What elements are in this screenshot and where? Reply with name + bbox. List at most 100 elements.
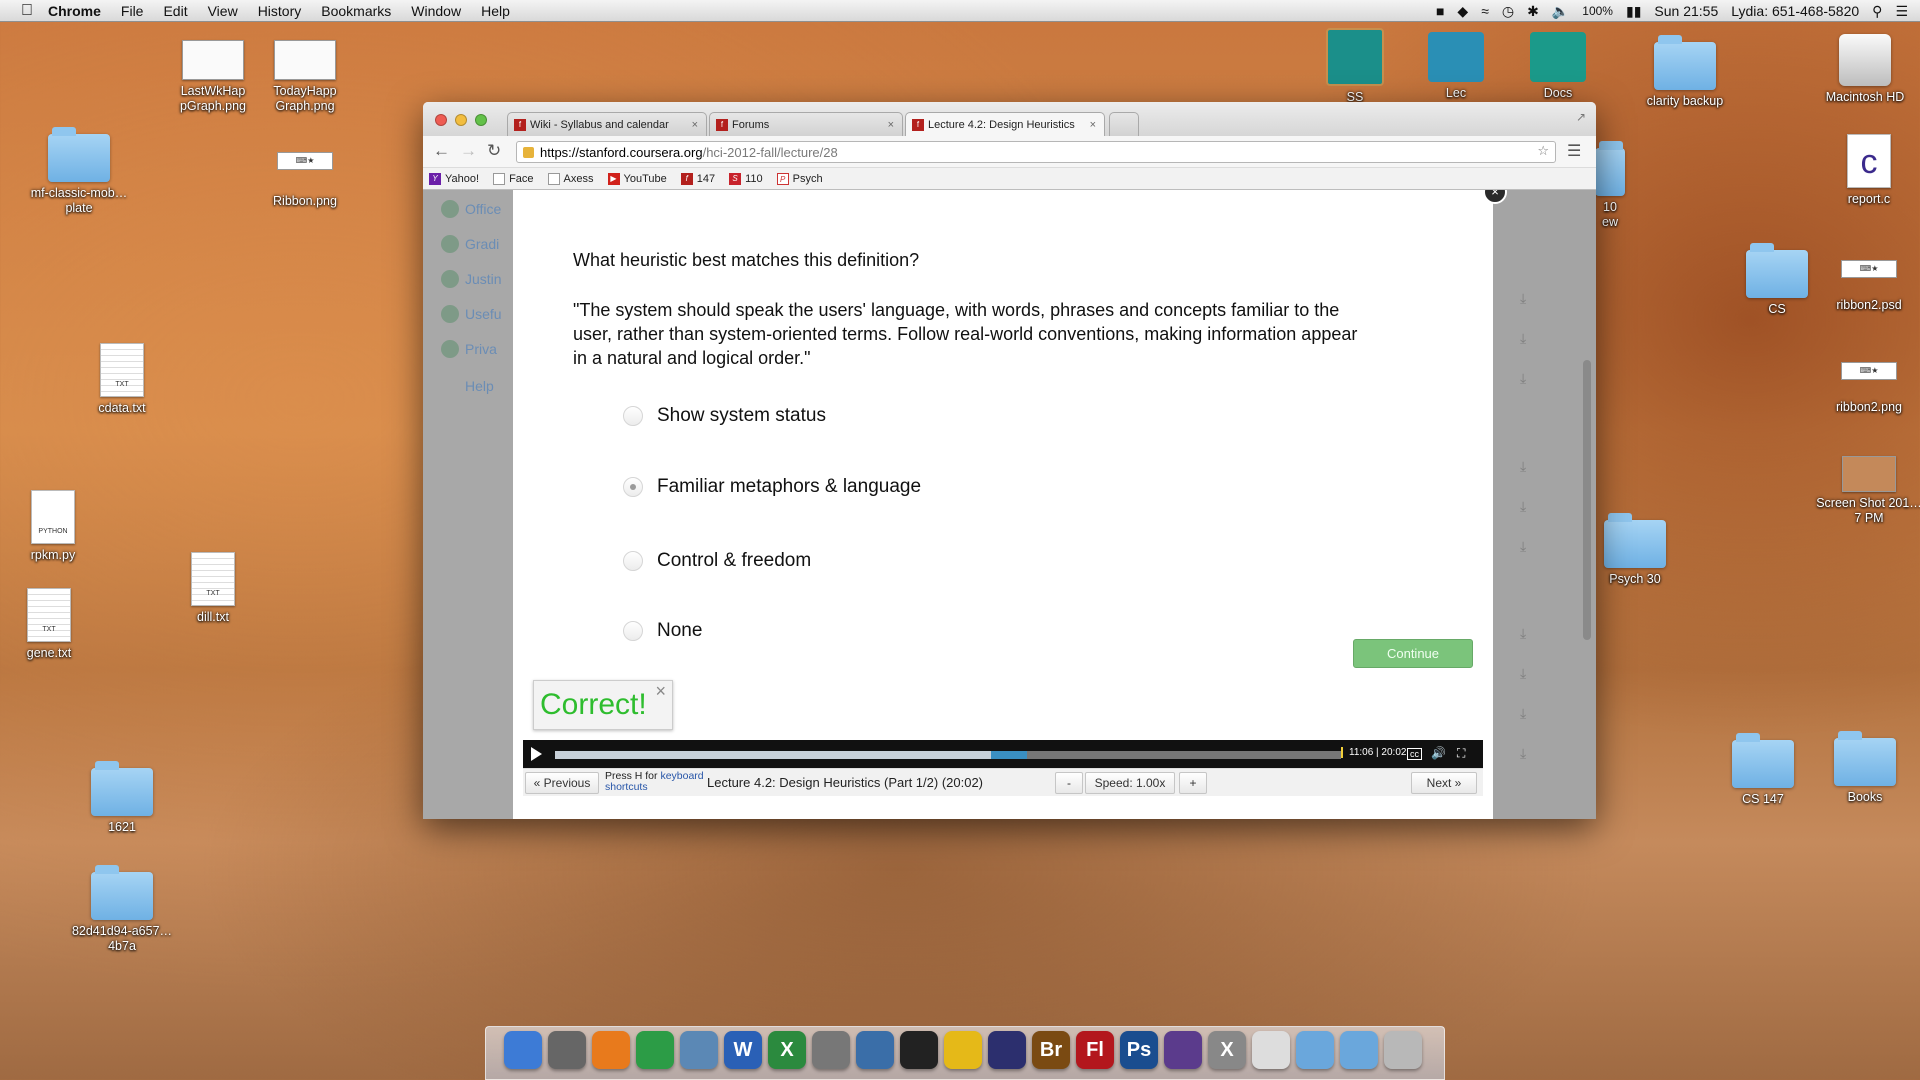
tab-lecture[interactable]: f Lecture 4.2: Design Heuristics × xyxy=(905,112,1105,137)
document-icon[interactable] xyxy=(1252,1031,1290,1069)
bookmark-face[interactable]: Face xyxy=(493,172,534,185)
page-scrollbar[interactable] xyxy=(1583,360,1591,640)
terminal-icon[interactable] xyxy=(900,1031,938,1069)
download-icon[interactable]: ⤓ xyxy=(1520,290,1536,306)
word-icon[interactable]: W xyxy=(724,1031,762,1069)
inkscape-icon[interactable] xyxy=(1164,1031,1202,1069)
close-tab-icon[interactable]: × xyxy=(1090,119,1096,131)
radio-button-selected[interactable] xyxy=(623,477,643,497)
keyboard-shortcuts-link[interactable]: keyboard xyxy=(660,770,703,782)
desktop-folder-partial[interactable]: 10 ew xyxy=(1590,141,1630,230)
xcode-icon[interactable] xyxy=(856,1031,894,1069)
desktop-file-gene[interactable]: TXT gene.txt xyxy=(0,588,104,661)
radio-button[interactable] xyxy=(623,406,643,426)
wifi-icon[interactable]: ≈ xyxy=(1481,3,1489,19)
speed-increase-button[interactable]: + xyxy=(1179,772,1207,794)
sidebar-item-office[interactable]: Office xyxy=(441,200,501,218)
volume-icon[interactable]: 🔈 xyxy=(1552,3,1569,20)
download-icon[interactable]: ⤓ xyxy=(1520,625,1536,641)
bookmark-147[interactable]: f 147 xyxy=(680,172,715,185)
bookmark-star-icon[interactable]: ☆ xyxy=(1537,143,1549,159)
desktop-app-docs[interactable]: Docs xyxy=(1503,32,1613,101)
sidebar-item-justin[interactable]: Justin xyxy=(441,270,502,288)
tab-wiki[interactable]: f Wiki - Syllabus and calendar × xyxy=(507,112,707,136)
chrome-icon[interactable] xyxy=(636,1031,674,1069)
desktop-folder-mf-classic[interactable]: mf-classic-mob…plate xyxy=(24,127,134,216)
download-icon[interactable]: ⤓ xyxy=(1520,705,1536,721)
quiz-option-control-freedom[interactable]: Control & freedom xyxy=(623,550,811,572)
menu-file[interactable]: File xyxy=(121,3,144,19)
close-tab-icon[interactable]: × xyxy=(692,119,698,131)
menu-help[interactable]: Help xyxy=(481,3,510,19)
close-feedback-icon[interactable]: × xyxy=(655,681,666,702)
continue-button[interactable]: Continue xyxy=(1353,639,1473,668)
battery-level[interactable]: 100% xyxy=(1582,4,1613,18)
desktop-file-report-c[interactable]: c report.c xyxy=(1814,134,1920,207)
eclipse-icon[interactable] xyxy=(988,1031,1026,1069)
desktop-file-ribbon2-png[interactable]: ⌨★ ribbon2.png xyxy=(1814,362,1920,415)
next-button[interactable]: Next » xyxy=(1411,772,1477,794)
download-icon[interactable]: ⤓ xyxy=(1520,538,1536,554)
menu-app-name[interactable]: Chrome xyxy=(48,3,101,19)
bookmark-psych[interactable]: P Psych xyxy=(776,172,823,185)
desktop-app-lec[interactable]: Lec xyxy=(1401,32,1511,101)
download-icon[interactable]: ⤓ xyxy=(1520,745,1536,761)
clock[interactable]: Sun 21:55 xyxy=(1654,3,1718,19)
desktop-app-ss[interactable]: SS xyxy=(1300,28,1410,105)
desktop-file-ribbon[interactable]: ⌨★ Ribbon.png xyxy=(250,152,360,209)
previous-button[interactable]: « Previous xyxy=(525,772,599,794)
download-icon[interactable]: ⤓ xyxy=(1520,665,1536,681)
bookmark-axess[interactable]: Axess xyxy=(547,172,594,185)
sidebar-item-grading[interactable]: Gradi xyxy=(441,235,499,253)
user-name[interactable]: Lydia: 651-468-5820 xyxy=(1731,3,1859,19)
flash-icon[interactable]: Fl xyxy=(1076,1031,1114,1069)
bookmark-110[interactable]: S 110 xyxy=(729,172,763,185)
trash-icon[interactable] xyxy=(1384,1031,1422,1069)
finder-icon[interactable] xyxy=(504,1031,542,1069)
photoshop-icon[interactable]: Ps xyxy=(1120,1031,1158,1069)
system-preferences-icon[interactable] xyxy=(812,1031,850,1069)
address-bar[interactable]: https://stanford.coursera.org/hci-2012-f… xyxy=(516,141,1556,163)
quiz-option-show-system-status[interactable]: Show system status xyxy=(623,405,826,427)
notification-center-icon[interactable]: ☰ xyxy=(1895,3,1908,20)
desktop-file-todayhappgraph[interactable]: TodayHapp Graph.png xyxy=(250,40,360,114)
desktop-folder-1621[interactable]: 1621 xyxy=(67,761,177,835)
bookmark-yahoo[interactable]: Y Yahoo! xyxy=(429,172,479,185)
tab-forums[interactable]: f Forums × xyxy=(709,112,903,136)
back-icon[interactable]: ← xyxy=(433,141,450,161)
desktop-drive-macintosh-hd[interactable]: Macintosh HD xyxy=(1810,34,1920,105)
close-tab-icon[interactable]: × xyxy=(888,119,894,131)
menu-view[interactable]: View xyxy=(208,3,238,19)
menu-history[interactable]: History xyxy=(258,3,302,19)
sidebar-item-help[interactable]: Help xyxy=(465,378,494,394)
desktop-file-ribbon2-psd[interactable]: ⌨★ ribbon2.psd xyxy=(1814,260,1920,313)
spotlight-icon[interactable]: ⚲ xyxy=(1872,3,1882,20)
play-icon[interactable] xyxy=(531,747,542,761)
new-tab-button[interactable] xyxy=(1109,112,1139,136)
download-icon[interactable]: ⤓ xyxy=(1520,498,1536,514)
desktop-folder-clarity-backup[interactable]: clarity backup xyxy=(1630,35,1740,109)
menu-bookmarks[interactable]: Bookmarks xyxy=(321,3,391,19)
desktop-file-dill[interactable]: TXT dill.txt xyxy=(158,552,268,625)
download-icon[interactable]: ⤓ xyxy=(1520,458,1536,474)
bluetooth-icon[interactable]: ✱ xyxy=(1527,3,1539,20)
captions-icon[interactable]: cc xyxy=(1407,748,1422,760)
speed-decrease-button[interactable]: - xyxy=(1055,772,1083,794)
dropbox-icon[interactable]: ◆ xyxy=(1457,3,1468,20)
menu-edit[interactable]: Edit xyxy=(163,3,187,19)
preview-icon[interactable] xyxy=(680,1031,718,1069)
forward-icon[interactable]: → xyxy=(460,141,477,161)
bookmark-youtube[interactable]: ▶ YouTube xyxy=(607,172,667,185)
desktop-file-cdata[interactable]: TXT cdata.txt xyxy=(67,343,177,416)
desktop-file-rpkm[interactable]: PYTHON rpkm.py xyxy=(0,490,108,563)
firefox-icon[interactable] xyxy=(592,1031,630,1069)
chrome-menu-icon[interactable]: ☰ xyxy=(1567,141,1581,161)
quiz-option-none[interactable]: None xyxy=(623,620,702,642)
applications-folder-icon[interactable] xyxy=(1296,1031,1334,1069)
desktop-folder-cs-147[interactable]: CS 147 xyxy=(1708,733,1818,807)
sidebar-item-privacy[interactable]: Priva xyxy=(441,340,497,358)
volume-icon[interactable]: 🔊 xyxy=(1431,746,1446,760)
launchpad-icon[interactable] xyxy=(548,1031,586,1069)
apple-menu-icon[interactable]:  xyxy=(18,2,36,20)
bridge-icon[interactable]: Br xyxy=(1032,1031,1070,1069)
